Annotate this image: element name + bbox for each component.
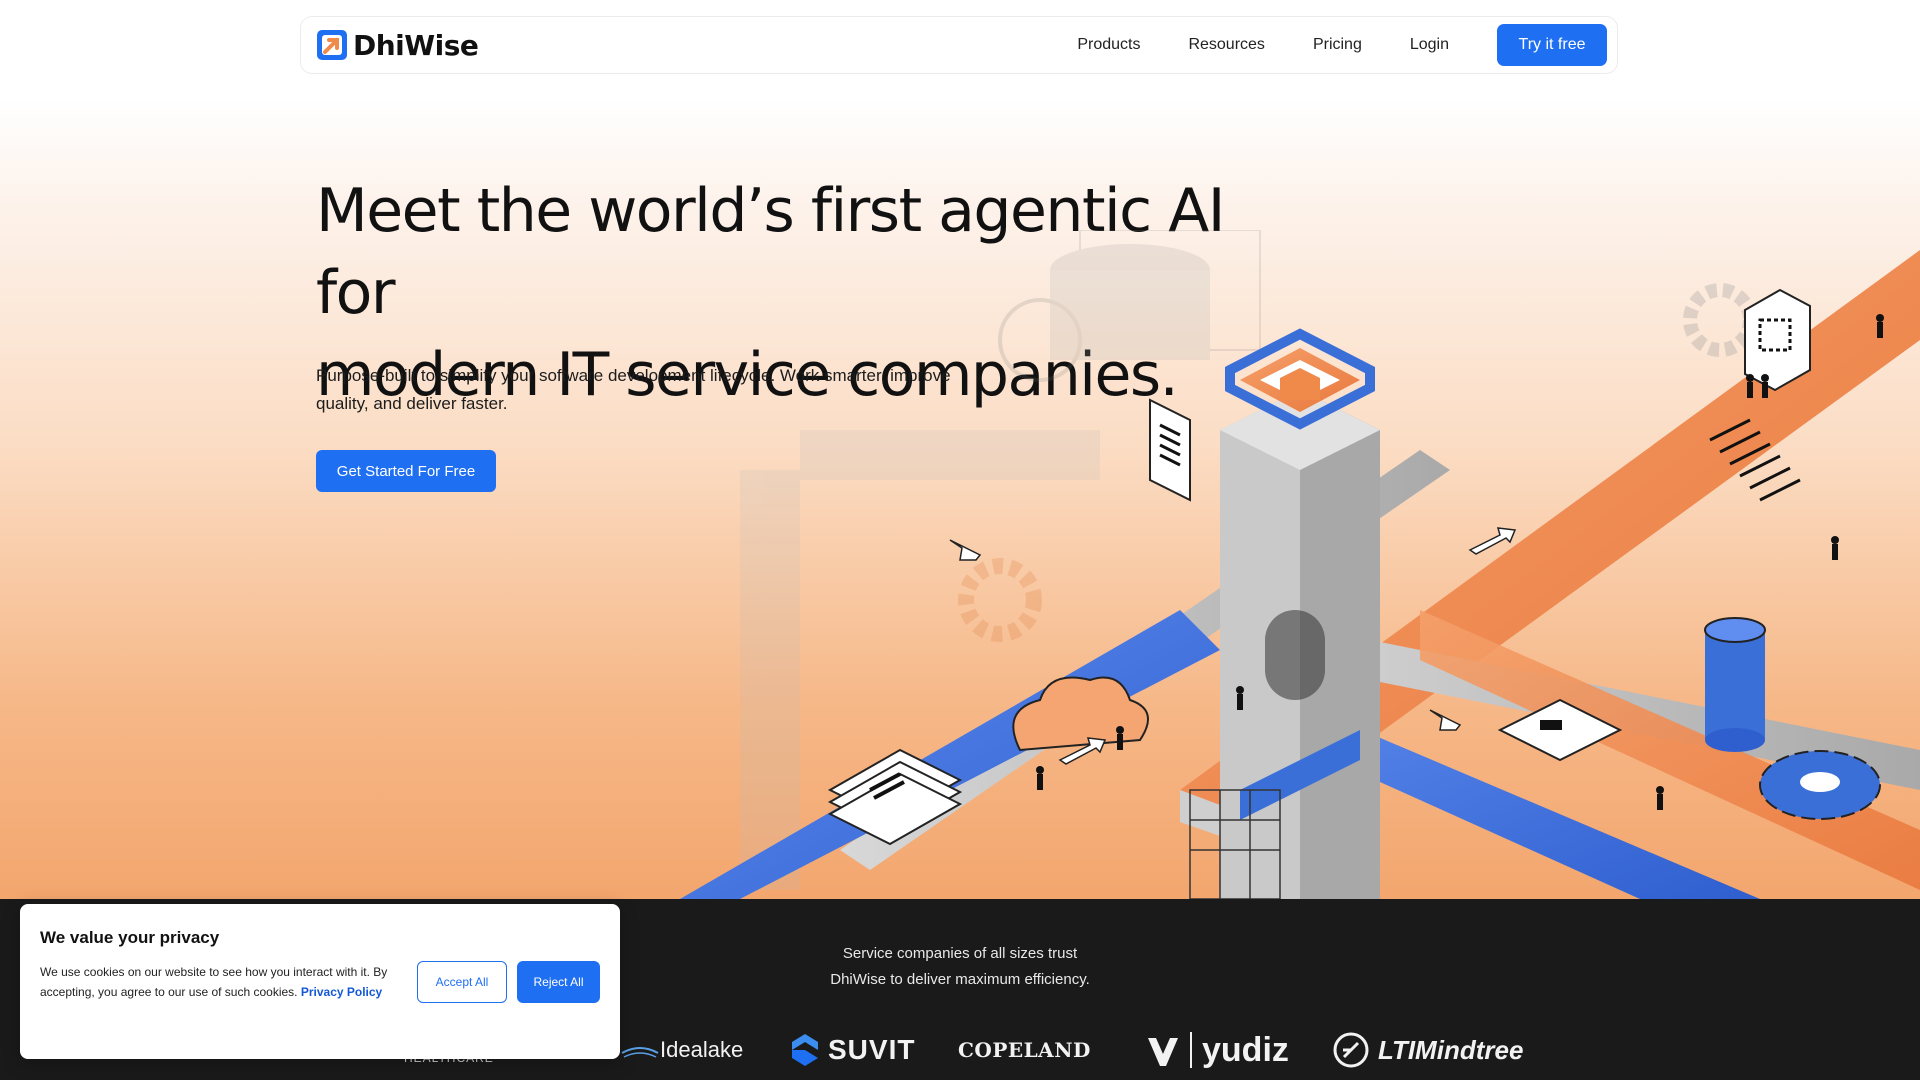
nav-links: Products Resources Pricing Login Try it … bbox=[1029, 24, 1607, 66]
dhiwise-logo-icon bbox=[317, 30, 347, 60]
nav-link-pricing[interactable]: Pricing bbox=[1313, 36, 1362, 54]
suvit-label: SUVIT bbox=[828, 1034, 916, 1065]
nav-link-resources[interactable]: Resources bbox=[1188, 36, 1264, 54]
try-it-free-button[interactable]: Try it free bbox=[1497, 24, 1607, 66]
suvit-logo: SUVIT bbox=[790, 1027, 915, 1073]
yudiz-icon bbox=[1148, 1038, 1178, 1066]
nav-link-products[interactable]: Products bbox=[1077, 36, 1140, 54]
brand-logo[interactable]: DhiWise bbox=[315, 28, 479, 62]
accept-all-button[interactable]: Accept All bbox=[417, 961, 507, 1003]
cookie-title: We value your privacy bbox=[40, 928, 220, 947]
document-card-icon bbox=[1744, 288, 1811, 392]
privacy-policy-link[interactable]: Privacy Policy bbox=[301, 985, 382, 999]
trust-line-2: DhiWise to deliver maximum efficiency. bbox=[830, 971, 1090, 988]
central-tower bbox=[1220, 328, 1380, 899]
get-started-button[interactable]: Get Started For Free bbox=[316, 450, 496, 492]
yudiz-label: yudiz bbox=[1202, 1030, 1289, 1069]
gear-icon bbox=[1759, 750, 1881, 820]
idealake-label: Idealake bbox=[660, 1037, 744, 1062]
hero-subtitle-line-2: quality, and deliver faster. bbox=[316, 394, 508, 413]
isometric-pipeline-illustration bbox=[680, 230, 1920, 899]
suvit-icon bbox=[792, 1034, 818, 1066]
database-cylinder-icon bbox=[1704, 617, 1766, 752]
yudiz-logo: yudiz bbox=[1146, 1027, 1289, 1073]
cookie-consent-banner: We value your privacy We use cookies on … bbox=[20, 904, 620, 1059]
top-navbar: DhiWise Products Resources Pricing Login… bbox=[300, 16, 1618, 74]
ltimindtree-logo: LTIMindtree bbox=[1332, 1027, 1523, 1073]
ltimindtree-label: LTIMindtree bbox=[1378, 1034, 1524, 1065]
cookie-body: We use cookies on our website to see how… bbox=[40, 962, 390, 1002]
reject-all-button[interactable]: Reject All bbox=[517, 961, 600, 1003]
document-card-icon bbox=[1149, 398, 1191, 502]
brand-name: DhiWise bbox=[353, 28, 479, 62]
trust-line-1: Service companies of all sizes trust bbox=[842, 945, 1078, 962]
copeland-logo: COPELAND bbox=[958, 1038, 1091, 1062]
trust-text: Service companies of all sizes trust Dhi… bbox=[760, 941, 1160, 993]
idealake-icon bbox=[621, 1047, 659, 1058]
ltimindtree-icon bbox=[1333, 1032, 1369, 1068]
hero-section: DhiWise Products Resources Pricing Login… bbox=[0, 0, 1920, 899]
idealake-logo: Idealake bbox=[620, 1027, 743, 1073]
nav-link-login[interactable]: Login bbox=[1410, 36, 1449, 54]
